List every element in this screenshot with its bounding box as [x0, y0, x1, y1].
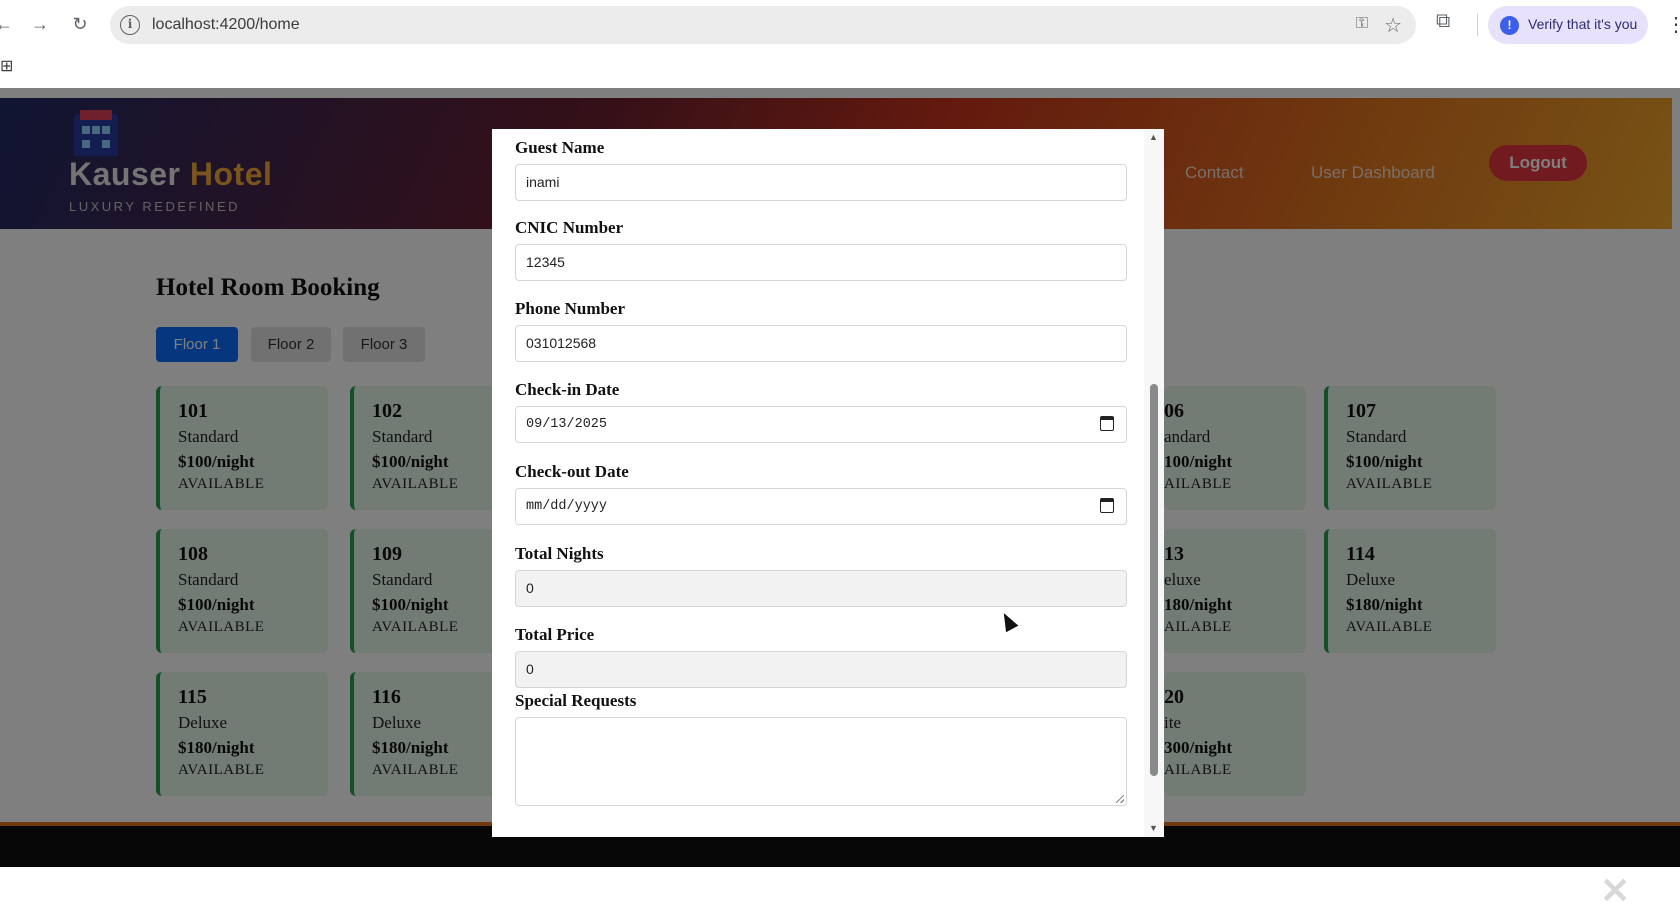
- scroll-down-icon[interactable]: ▼: [1149, 823, 1158, 833]
- page: Kauser Hotel LUXURY REDEFINED Contact Us…: [0, 88, 1680, 911]
- checkin-label: Check-in Date: [515, 380, 620, 399]
- special-requests-textarea[interactable]: [515, 717, 1127, 806]
- calendar-icon[interactable]: [1100, 416, 1114, 431]
- checkout-value: mm/dd/yyyy: [526, 499, 608, 514]
- url-text[interactable]: localhost:4200/home: [152, 16, 300, 34]
- toolbar-divider: [1477, 14, 1478, 36]
- alert-icon: !: [1500, 16, 1519, 35]
- verify-label: Verify that it's you: [1528, 16, 1638, 32]
- bookmark-star-icon[interactable]: ☆: [1384, 13, 1402, 38]
- checkin-date-input[interactable]: 09/13/2025: [515, 406, 1127, 443]
- scrollbar-thumb[interactable]: [1150, 384, 1158, 776]
- more-menu-icon[interactable]: ⋮: [1666, 12, 1680, 37]
- back-icon[interactable]: ←: [0, 12, 16, 36]
- cnic-input[interactable]: 12345: [515, 244, 1127, 281]
- special-requests-label: Special Requests: [515, 691, 637, 710]
- capcut-watermark-icon: ✕: [1600, 870, 1631, 911]
- apps-grid-icon[interactable]: ⊞: [0, 56, 13, 76]
- address-bar[interactable]: i localhost:4200/home ⚿ ☆: [110, 6, 1416, 44]
- forward-icon[interactable]: →: [28, 12, 52, 36]
- browser-chrome: ← → ↻ i localhost:4200/home ⚿ ☆ ⧉ ! Veri…: [0, 0, 1680, 88]
- booking-modal: Guest Name inami CNIC Number 12345 Phone…: [492, 129, 1164, 837]
- phone-input[interactable]: 031012568: [515, 325, 1127, 362]
- total-price-field: 0: [515, 651, 1127, 688]
- reload-icon[interactable]: ↻: [68, 12, 92, 36]
- resize-handle-icon[interactable]: [1116, 795, 1124, 803]
- modal-scrollbar[interactable]: ▲ ▼: [1144, 129, 1164, 837]
- total-nights-label: Total Nights: [515, 544, 604, 563]
- verify-identity-button[interactable]: ! Verify that it's you: [1488, 6, 1648, 44]
- password-key-icon[interactable]: ⚿: [1356, 15, 1368, 33]
- total-nights-field: 0: [515, 570, 1127, 607]
- guest-name-label: Guest Name: [515, 138, 605, 157]
- checkout-date-input[interactable]: mm/dd/yyyy: [515, 488, 1127, 525]
- extensions-icon[interactable]: ⧉: [1436, 10, 1450, 33]
- checkout-label: Check-out Date: [515, 462, 629, 481]
- phone-label: Phone Number: [515, 299, 626, 318]
- guest-name-input[interactable]: inami: [515, 164, 1127, 201]
- checkin-value: 09/13/2025: [526, 417, 608, 432]
- site-info-icon[interactable]: i: [120, 15, 140, 35]
- total-price-label: Total Price: [515, 625, 595, 644]
- cnic-label: CNIC Number: [515, 218, 624, 237]
- calendar-icon[interactable]: [1100, 498, 1114, 513]
- scroll-up-icon[interactable]: ▲: [1149, 132, 1158, 142]
